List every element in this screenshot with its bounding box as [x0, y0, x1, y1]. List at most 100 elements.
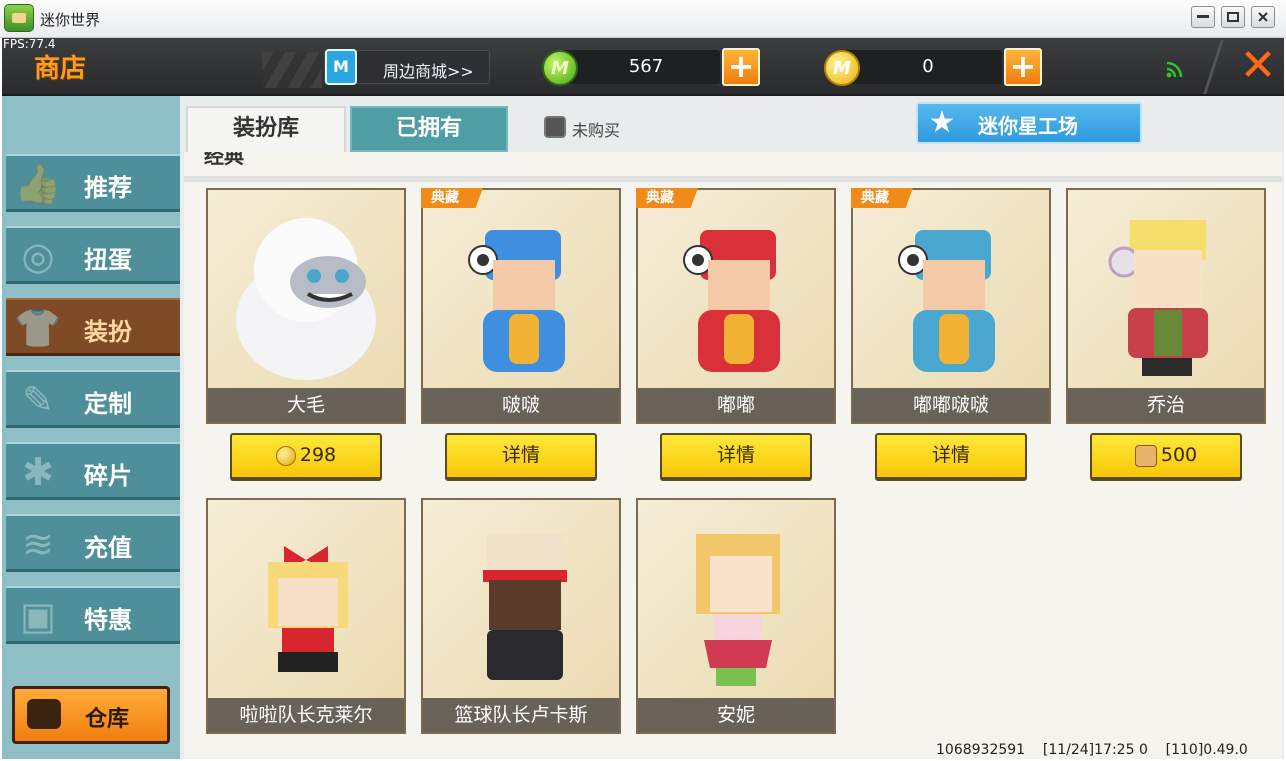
warehouse-label: 仓库: [85, 707, 130, 732]
skin-name: 大毛: [208, 388, 404, 422]
skin-name: 安妮: [638, 698, 834, 732]
sidebar-item-label: 定制: [84, 390, 132, 418]
cheerleader-character-image: [268, 546, 348, 672]
skin-card-lucas[interactable]: 篮球队长卢卡斯: [421, 498, 621, 734]
fps-counter: FPS:77.4: [3, 37, 56, 51]
sidebar-item-recharge[interactable]: ≋ 充值: [6, 514, 180, 572]
minimize-button[interactable]: [1191, 6, 1215, 28]
detail-button[interactable]: 详情: [875, 433, 1027, 481]
section-title: 经典: [204, 152, 244, 168]
skin-name: 乔治: [1068, 388, 1264, 422]
sidebar-item-outfit[interactable]: 👕 装扮: [6, 298, 180, 356]
basketball-captain-character-image: [483, 534, 567, 680]
sidebar-item-label: 推荐: [84, 174, 132, 202]
yeti-character-image: [236, 218, 376, 380]
gold-coin-value: 0: [922, 56, 934, 77]
gold-coin-icon: [275, 445, 296, 466]
skin-name: 嘟嘟: [638, 388, 834, 422]
shop-header: 商店 M 周边商城>> 567 M + 0 M + ✕: [2, 38, 1284, 96]
sidebar-item-label: 充值: [84, 534, 132, 562]
detail-button[interactable]: 详情: [445, 433, 597, 481]
detail-label: 详情: [716, 444, 755, 466]
red-dino-character-image: [683, 230, 780, 372]
sidebar-item-fragments[interactable]: ✱ 碎片: [6, 442, 180, 500]
detail-label: 详情: [931, 444, 970, 466]
not-bought-checkbox[interactable]: [544, 116, 566, 138]
detail-button[interactable]: 详情: [660, 433, 812, 481]
star-icon: ★: [928, 105, 956, 140]
skin-name: 啦啦队长克莱尔: [208, 698, 404, 732]
skin-grid: 经典 大毛 典藏 啵啵 典藏 嘟嘟 典藏 嘟嘟啵啵 乔治 298 详情 详情 详…: [184, 152, 1282, 759]
add-mini-coin-button[interactable]: +: [722, 48, 760, 86]
merch-mall-label: 周边商城>>: [383, 62, 474, 81]
puzzle-icon: ✱: [22, 450, 54, 494]
decor-stripes: [262, 52, 322, 88]
skin-card-bobo[interactable]: 典藏 啵啵: [421, 188, 621, 424]
sidebar-item-recommend[interactable]: 👍 推荐: [6, 154, 180, 212]
coins-icon: ≋: [22, 522, 54, 566]
sidebar-item-gacha[interactable]: ◎ 扭蛋: [6, 226, 180, 284]
collector-badge: 典藏: [636, 188, 698, 208]
teal-dino-character-image: [898, 230, 995, 372]
mini-coin-icon: M: [542, 50, 578, 86]
sidebar-item-label: 碎片: [84, 462, 132, 490]
status-footer: 1068932591 [11/24]17:25 0 [110]0.49.0: [936, 742, 1248, 758]
divider: [1203, 40, 1224, 94]
skin-name: 嘟嘟啵啵: [853, 388, 1049, 422]
add-gold-coin-button[interactable]: +: [1004, 48, 1042, 86]
capsule-icon: ◎: [21, 234, 55, 278]
chest-icon: [27, 699, 61, 729]
shop-main-panel: 装扮库 已拥有 未购买 ★ 迷你星工场 经典 大毛 典藏 啵啵 典藏 嘟嘟 典藏…: [180, 96, 1284, 759]
sidebar-item-custom[interactable]: ✎ 定制: [6, 370, 180, 428]
avatar-token-icon: [1134, 444, 1157, 467]
sidebar-item-deals[interactable]: ▣ 特惠: [6, 586, 180, 644]
maximize-button[interactable]: [1221, 6, 1245, 28]
shopping-bag-icon: M: [325, 49, 357, 85]
gold-coin-balance: 0: [842, 50, 1002, 84]
buy-token-button[interactable]: 500: [1090, 433, 1242, 481]
mini-workshop-button[interactable]: ★ 迷你星工场: [916, 102, 1142, 144]
not-bought-label: 未购买: [572, 121, 621, 140]
annie-character-image: [696, 534, 780, 686]
sidebar-item-label: 扭蛋: [84, 246, 132, 274]
skin-card-dudu[interactable]: 典藏 嘟嘟: [636, 188, 836, 424]
minimize-icon: [1197, 15, 1209, 18]
skin-card-annie[interactable]: 安妮: [636, 498, 836, 734]
merch-mall-button[interactable]: M 周边商城>>: [324, 49, 490, 85]
sidebar-item-label: 特惠: [84, 606, 132, 634]
section-divider: [184, 176, 1282, 182]
gift-icon: ▣: [20, 594, 56, 638]
shirt-icon: 👕: [14, 306, 62, 350]
tab-wardrobe[interactable]: 装扮库: [186, 106, 346, 152]
mini-workshop-label: 迷你星工场: [978, 114, 1078, 138]
collector-badge: 典藏: [421, 188, 483, 208]
thumbs-up-icon: 👍: [14, 162, 62, 206]
maximize-icon: [1227, 12, 1239, 22]
mini-coin-value: 567: [628, 56, 664, 77]
skin-card-claire[interactable]: 啦啦队长克莱尔: [206, 498, 406, 734]
warehouse-button[interactable]: 仓库: [12, 686, 170, 744]
buy-coin-button[interactable]: 298: [230, 433, 382, 481]
shop-close-button[interactable]: ✕: [1237, 44, 1279, 88]
tab-owned[interactable]: 已拥有: [350, 106, 508, 152]
price-value: 500: [1160, 444, 1198, 466]
skin-name: 啵啵: [423, 388, 619, 422]
blue-dino-character-image: [468, 230, 565, 372]
page-title: 商店: [34, 54, 87, 84]
sidebar-item-label: 装扮: [84, 318, 132, 346]
collector-badge: 典藏: [851, 188, 913, 208]
close-icon: ✕: [1239, 40, 1277, 91]
category-sidebar: 👍 推荐 ◎ 扭蛋 👕 装扮 ✎ 定制 ✱ 碎片 ≋ 充值 ▣ 特惠: [2, 96, 180, 759]
window-title: 迷你世界: [40, 11, 101, 29]
window-close-button[interactable]: [1251, 6, 1275, 28]
app-icon: [4, 4, 34, 32]
skin-card-george[interactable]: 乔治: [1066, 188, 1266, 424]
skin-card-damao[interactable]: 大毛: [206, 188, 406, 424]
signal-icon: [1166, 61, 1183, 78]
detail-label: 详情: [501, 444, 540, 466]
gold-coin-icon: M: [824, 50, 860, 86]
pencil-icon: ✎: [22, 378, 54, 422]
skin-card-dudubobo[interactable]: 典藏 嘟嘟啵啵: [851, 188, 1051, 424]
george-character-image: [1108, 220, 1208, 376]
skin-name: 篮球队长卢卡斯: [423, 698, 619, 732]
